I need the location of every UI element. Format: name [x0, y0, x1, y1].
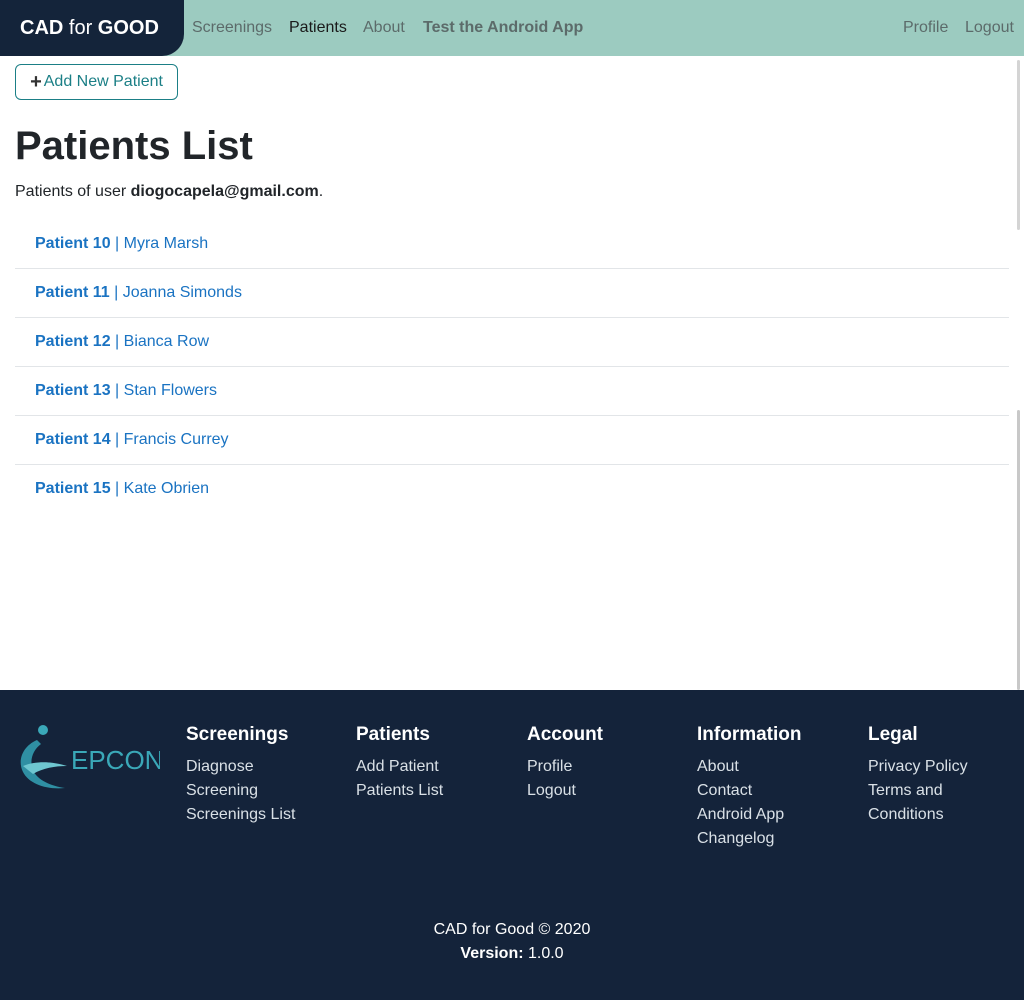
patient-name: | Stan Flowers	[110, 382, 218, 399]
brand-text-cad: CAD	[20, 17, 64, 39]
subtitle-prefix: Patients of user	[15, 183, 131, 200]
footer-col-information: Information About Contact Android App Ch…	[697, 724, 802, 851]
nav-logout[interactable]: Logout	[965, 0, 1014, 56]
version-value: 1.0.0	[523, 945, 564, 962]
patient-id: Patient 14	[35, 431, 111, 448]
brand-text-for: for	[63, 17, 98, 39]
footer-link-profile[interactable]: Profile	[527, 755, 603, 779]
footer-link-terms-line2[interactable]: Conditions	[868, 803, 968, 827]
footer-link-diagnose[interactable]: Diagnose	[186, 755, 295, 779]
add-new-patient-label: Add New Patient	[43, 73, 163, 90]
brand-text-good: GOOD	[97, 17, 159, 39]
footer-link-privacy-policy[interactable]: Privacy Policy	[868, 755, 968, 779]
copyright-block: CAD for Good © 2020 Version: 1.0.0	[0, 918, 1024, 966]
copyright-text: CAD for Good © 2020	[433, 921, 591, 938]
footer-link-about[interactable]: About	[697, 755, 802, 779]
patient-name: | Bianca Row	[110, 333, 210, 350]
footer-heading: Account	[527, 724, 603, 745]
patient-list-item[interactable]: Patient 15 | Kate Obrien	[15, 465, 1009, 514]
add-new-patient-button[interactable]: + Add New Patient	[15, 64, 178, 100]
footer-link-patients-list[interactable]: Patients List	[356, 779, 443, 803]
footer-col-patients: Patients Add Patient Patients List	[356, 724, 443, 803]
footer-link-logout[interactable]: Logout	[527, 779, 603, 803]
subtitle-suffix: .	[318, 183, 324, 200]
patient-id: Patient 11	[35, 284, 110, 301]
patient-list-item[interactable]: Patient 10 | Myra Marsh	[15, 220, 1009, 269]
footer-link-screening[interactable]: Screening	[186, 779, 295, 803]
footer-col-account: Account Profile Logout	[527, 724, 603, 803]
footer-link-android-app[interactable]: Android App	[697, 803, 802, 827]
epcon-logo: EPCON	[20, 725, 160, 789]
footer: EPCON Screenings Diagnose Screening Scre…	[0, 690, 1024, 1000]
footer-col-screenings: Screenings Diagnose Screening Screenings…	[186, 724, 295, 827]
nav-test-android-app[interactable]: Test the Android App	[423, 0, 583, 56]
patient-list-item[interactable]: Patient 13 | Stan Flowers	[15, 367, 1009, 416]
footer-heading: Information	[697, 724, 802, 745]
patient-list-item[interactable]: Patient 14 | Francis Currey	[15, 416, 1009, 465]
nav-screenings[interactable]: Screenings	[192, 0, 272, 56]
footer-heading: Patients	[356, 724, 430, 745]
footer-col-legal: Legal Privacy Policy Terms and Condition…	[868, 724, 968, 827]
patient-id: Patient 15	[35, 480, 111, 497]
scrollbar-track[interactable]	[1017, 60, 1020, 230]
top-navbar: CAD for GOOD Screenings Patients About T…	[0, 0, 1024, 56]
version-label: Version:	[460, 945, 524, 962]
patient-name: | Kate Obrien	[110, 480, 210, 497]
scrollbar-thumb[interactable]	[1017, 410, 1020, 690]
patient-id: Patient 13	[35, 382, 111, 399]
patient-name: | Myra Marsh	[110, 235, 209, 252]
footer-heading: Legal	[868, 724, 918, 745]
user-email: diogocapela@gmail.com	[130, 183, 319, 200]
page-subtitle: Patients of user diogocapela@gmail.com.	[15, 183, 323, 201]
logo-text: EPCON	[71, 745, 160, 775]
footer-link-contact[interactable]: Contact	[697, 779, 802, 803]
plus-icon: +	[30, 71, 42, 93]
patient-list-item[interactable]: Patient 11 | Joanna Simonds	[15, 269, 1009, 318]
nav-patients[interactable]: Patients	[289, 0, 347, 56]
patient-id: Patient 10	[35, 235, 111, 252]
patient-name: | Joanna Simonds	[109, 284, 242, 301]
patient-id: Patient 12	[35, 333, 111, 350]
patient-name: | Francis Currey	[110, 431, 229, 448]
page-title: Patients List	[15, 124, 253, 168]
nav-about[interactable]: About	[363, 0, 405, 56]
footer-link-changelog[interactable]: Changelog	[697, 827, 802, 851]
footer-link-add-patient[interactable]: Add Patient	[356, 755, 443, 779]
brand-logo[interactable]: CAD for GOOD	[0, 0, 184, 56]
patient-list: Patient 10 | Myra Marsh Patient 11 | Joa…	[15, 220, 1009, 514]
patient-list-item[interactable]: Patient 12 | Bianca Row	[15, 318, 1009, 367]
footer-link-screenings-list[interactable]: Screenings List	[186, 803, 295, 827]
version-line: Version: 1.0.0	[0, 942, 1024, 966]
nav-profile[interactable]: Profile	[903, 0, 948, 56]
footer-heading: Screenings	[186, 724, 289, 745]
footer-link-terms-line1[interactable]: Terms and	[868, 779, 968, 803]
